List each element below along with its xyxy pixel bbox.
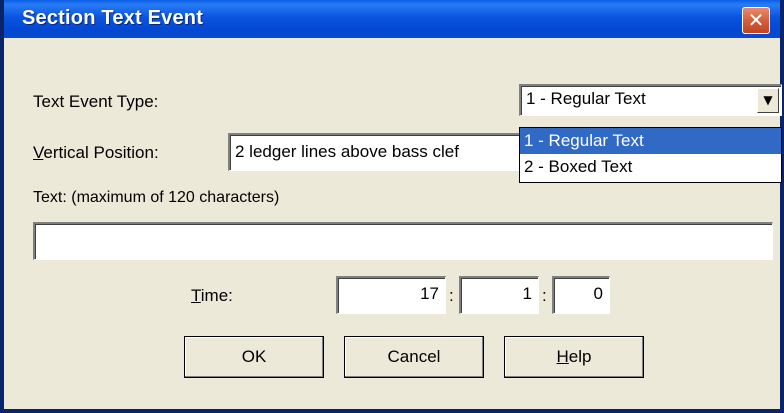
cancel-button[interactable]: Cancel — [344, 336, 484, 378]
text-event-type-select[interactable]: 1 - Regular Text ▼ — [519, 84, 782, 116]
help-button[interactable]: Help — [504, 336, 644, 378]
text-field-label: Text: (maximum of 120 characters) — [33, 189, 280, 206]
time-bar-input[interactable]: 17 — [336, 276, 446, 314]
close-icon[interactable]: ✕ — [742, 7, 770, 34]
vertical-position-select[interactable]: 2 ledger lines above bass clef — [228, 133, 528, 171]
dialog-window: Section Text Event ✕ Text Event Type: 1 … — [0, 0, 784, 413]
dropdown-option-regular-text[interactable]: 1 - Regular Text — [520, 128, 781, 154]
time-tick-input[interactable]: 0 — [552, 276, 610, 314]
text-event-type-dropdown-list: 1 - Regular Text 2 - Boxed Text — [519, 127, 782, 183]
time-label: Time: — [191, 286, 233, 305]
text-event-type-selected: 1 - Regular Text — [526, 89, 646, 108]
time-separator: : — [449, 286, 454, 305]
vertical-position-label: Vertical Position: — [33, 143, 159, 162]
text-event-type-label: Text Event Type: — [33, 92, 159, 111]
text-input[interactable] — [33, 222, 773, 260]
title-bar[interactable]: Section Text Event ✕ — [4, 0, 780, 38]
time-separator: : — [542, 286, 547, 305]
ok-button[interactable]: OK — [184, 336, 324, 378]
vertical-position-value: 2 ledger lines above bass clef — [235, 142, 459, 161]
dialog-title: Section Text Event — [22, 7, 204, 29]
dropdown-option-boxed-text[interactable]: 2 - Boxed Text — [520, 154, 781, 180]
time-beat-input[interactable]: 1 — [459, 276, 539, 314]
chevron-down-icon[interactable]: ▼ — [757, 88, 779, 113]
